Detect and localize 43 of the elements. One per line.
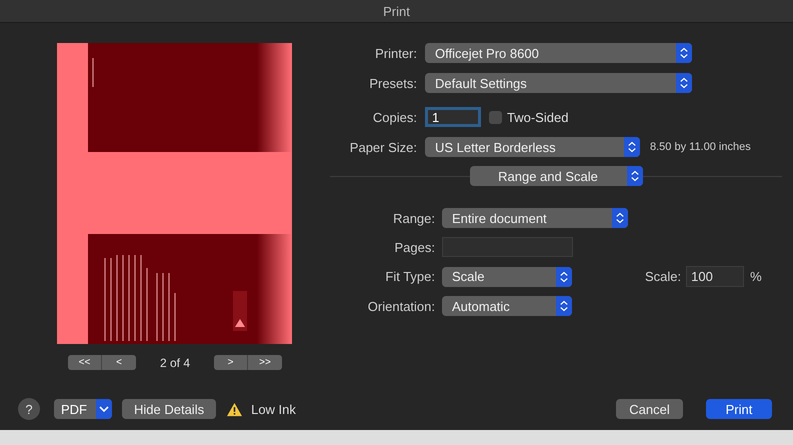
stepper-icon (556, 266, 572, 286)
warning-icon (226, 402, 244, 416)
field-label: Copies: (372, 110, 417, 124)
last-page-button[interactable]: >> (248, 355, 282, 370)
field-label: Paper Size: (348, 140, 417, 154)
paper-size-info: 8.50 by 11.00 inches (650, 141, 751, 153)
fit-type-popup[interactable]: Scale (442, 266, 572, 286)
stepper-icon (624, 137, 640, 157)
scale-field[interactable]: 100 (686, 266, 744, 287)
first-page-button[interactable]: << (68, 355, 102, 370)
hide-details-button[interactable]: Hide Details (122, 399, 216, 419)
field-label: Fit Type: (384, 269, 435, 284)
next-page-button[interactable]: > (214, 355, 248, 370)
field-label: Orientation: (366, 298, 435, 314)
stepper-icon (556, 296, 572, 316)
stepper-icon (612, 208, 628, 228)
checkbox-label: Two-Sided (507, 110, 568, 124)
orientation-popup[interactable]: Automatic (442, 296, 572, 316)
pdf-menu-button[interactable]: PDF (54, 399, 112, 419)
section-popup[interactable]: Range and Scale (470, 166, 642, 186)
stepper-icon (626, 166, 642, 186)
printer-popup[interactable]: Officejet Pro 8600 (425, 43, 692, 63)
field-label: Scale: (645, 269, 682, 284)
stepper-icon (676, 43, 692, 63)
cancel-button[interactable]: Cancel (616, 399, 683, 419)
warning-text: Low Ink (251, 402, 296, 416)
paper-size-popup[interactable]: US Letter Borderless (425, 137, 640, 157)
field-label: Printer: (374, 46, 417, 60)
previous-page-button[interactable]: < (102, 355, 136, 370)
range-popup[interactable]: Entire document (442, 208, 628, 228)
copies-field[interactable]: 1 (425, 107, 481, 127)
field-label: Range: (392, 210, 435, 226)
checkbox[interactable] (489, 110, 502, 124)
help-button[interactable]: ? (18, 398, 40, 420)
caret-icon (96, 399, 112, 419)
print-button[interactable]: Print (706, 399, 772, 419)
unit-label: % (750, 269, 762, 284)
presets-popup[interactable]: Default Settings (425, 73, 692, 93)
stepper-icon (676, 73, 692, 93)
field-label: Pages: (394, 240, 435, 254)
field-label: Presets: (368, 76, 417, 90)
window-title: Print (383, 4, 410, 18)
page-indicator: 2 of 4 (158, 356, 192, 370)
